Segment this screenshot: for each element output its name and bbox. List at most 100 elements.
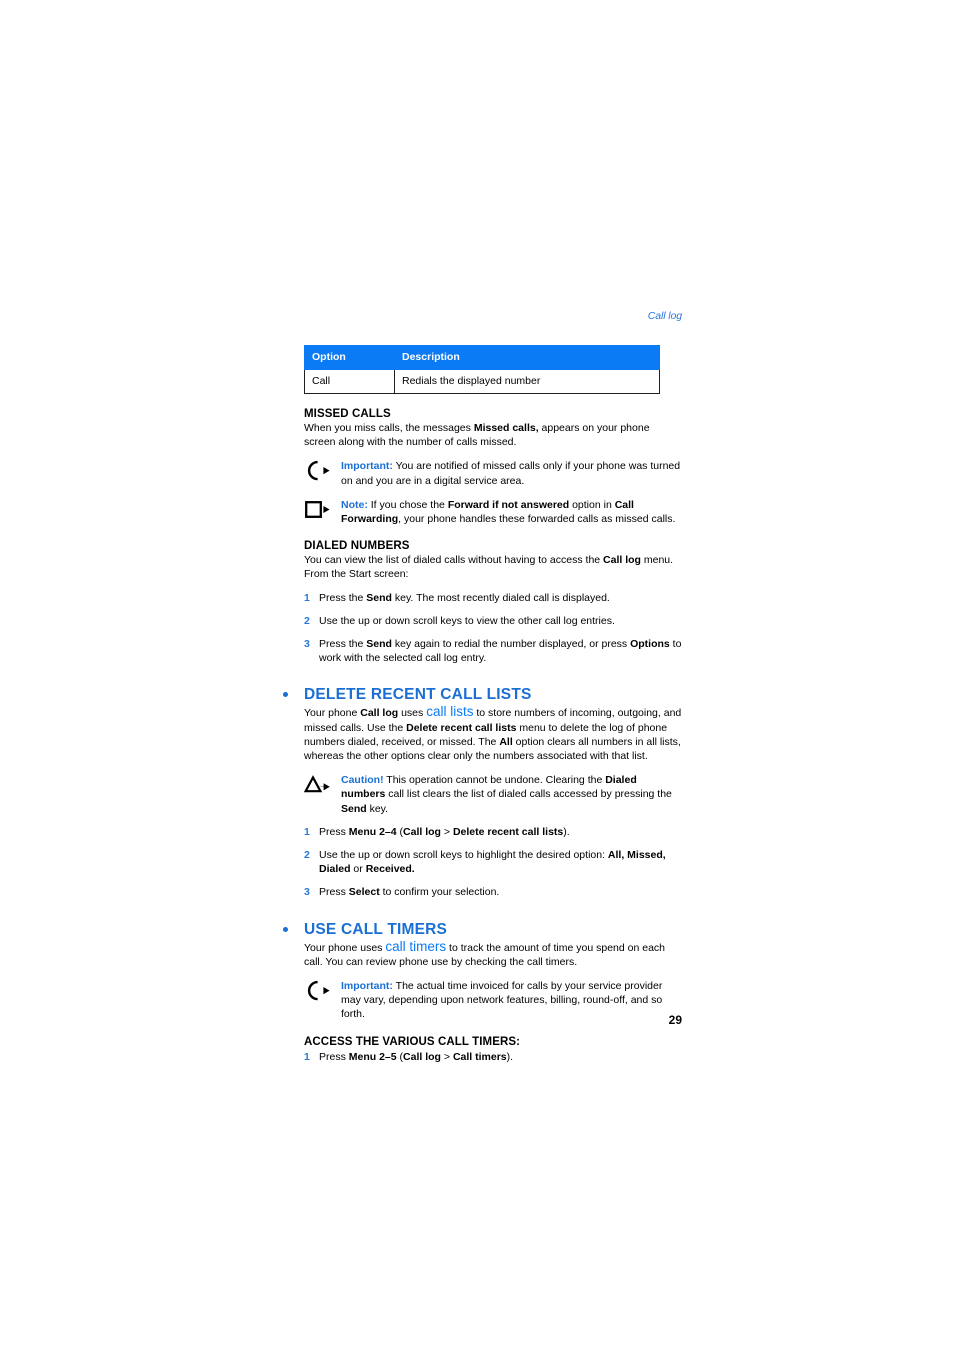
table-cell-description: Redials the displayed number — [394, 369, 660, 394]
page-number: 29 — [668, 1013, 682, 1027]
text-run: Press the — [319, 638, 367, 651]
running-head: Call log — [647, 310, 682, 322]
step-number: 1 — [304, 1050, 310, 1063]
section-bullet-icon — [283, 692, 288, 698]
text-run-bold: Received. — [365, 863, 415, 876]
text-run: key. — [366, 802, 389, 815]
text-run-bold: Call timers — [452, 1050, 507, 1063]
list-item: 3 Press Select to confirm your selection. — [304, 885, 683, 899]
text-run-bold: Call log — [403, 825, 441, 838]
text-run-bold: Menu 2–4 — [348, 825, 397, 838]
important-circle-arrow-icon — [304, 460, 334, 482]
callout-important-timers-text: Important: The actual time invoiced for … — [341, 979, 683, 1022]
text-run-bold: Send — [366, 638, 392, 651]
text-run: or — [350, 863, 366, 876]
text-run-accent: call lists — [426, 704, 474, 720]
text-run-bold: Call log — [360, 707, 399, 720]
delete-recent-call-lists-steps: 1 Press Menu 2–4 (Call log > Delete recen… — [283, 825, 683, 900]
step-number: 3 — [304, 638, 310, 651]
options-table: Option Description Call Redials the disp… — [304, 345, 660, 394]
table-header-description: Description — [394, 345, 660, 370]
text-run: ). — [563, 825, 570, 838]
callout-caution-text: Caution! This operation cannot be undone… — [341, 773, 683, 816]
text-run: Press — [319, 1050, 349, 1063]
table-row: Call Redials the displayed number — [304, 369, 660, 394]
text-run: option in — [569, 498, 615, 511]
callout-important: Important: You are notified of missed ca… — [304, 459, 683, 487]
table-header-option: Option — [304, 345, 395, 370]
text-run: When you miss calls, the messages — [304, 422, 474, 434]
text-run-bold: Missed calls, — [473, 422, 539, 434]
callout-label: Caution! — [341, 774, 384, 787]
text-run: You can view the list of dialed calls wi… — [304, 554, 604, 567]
text-run: Your phone uses — [304, 941, 386, 954]
text-run: Press — [319, 825, 349, 838]
dialed-numbers-intro: You can view the list of dialed calls wi… — [304, 553, 683, 581]
dialed-numbers-steps: 1 Press the Send key. The most recently d… — [283, 591, 683, 666]
text-run-bold: Options — [630, 638, 670, 651]
text-run-bold: Call log — [403, 1050, 441, 1063]
text-run-bold: Delete recent call lists — [406, 721, 517, 734]
page-content: Option Description Call Redials the disp… — [283, 345, 683, 1064]
heading-access-call-timers: ACCESS THE VARIOUS CALL TIMERS: — [304, 1035, 521, 1048]
callout-label: Important: — [341, 460, 393, 473]
caution-triangle-arrow-icon — [303, 774, 334, 796]
use-call-timers-para: Your phone uses call timers to track the… — [304, 938, 683, 969]
step-number: 1 — [304, 591, 310, 604]
list-item: 1 Press the Send key. The most recently d… — [304, 591, 683, 605]
text-run: > — [440, 1050, 453, 1063]
heading-missed-calls: MISSED CALLS — [304, 408, 391, 420]
callout-important-timers: Important: The actual time invoiced for … — [304, 979, 683, 1022]
text-run: Your phone — [304, 707, 361, 720]
step-number: 2 — [304, 849, 310, 862]
document-page: Call log Option Description Call Redials… — [0, 0, 954, 1351]
text-run-bold: Forward if not answered — [447, 498, 570, 511]
use-call-timers-steps: 1 Press Menu 2–5 (Call log > Call timers)… — [283, 1050, 683, 1064]
callout-note-text: Note: If you chose the Forward if not an… — [341, 498, 683, 526]
table-header-row: Option Description — [304, 345, 660, 370]
missed-calls-intro: When you miss calls, the messages Missed… — [304, 421, 683, 449]
text-run: Use the up or down scroll keys to highli… — [319, 849, 608, 862]
text-run: call list clears the list of dialed call… — [385, 788, 672, 801]
text-run: uses — [398, 707, 427, 720]
text-run-bold: Delete recent call lists — [452, 825, 564, 838]
text-run-bold: Select — [348, 886, 380, 899]
text-run: key. The most recently dialed call is di… — [391, 591, 610, 604]
text-run: > — [440, 825, 453, 838]
heading-dialed-numbers: DIALED NUMBERS — [304, 540, 410, 553]
text-run-bold: Send — [366, 591, 392, 604]
text-run: key again to redial the number displayed… — [391, 638, 631, 651]
text-run: Use the up or down scroll keys to view t… — [319, 614, 615, 627]
text-run: Press — [319, 886, 349, 899]
callout-caution: Caution! This operation cannot be undone… — [303, 773, 683, 816]
section-use-call-timers: USE CALL TIMERS Your phone uses call tim… — [283, 920, 683, 1064]
text-run-bold: Call log — [603, 554, 641, 567]
text-run: , your phone handles these forwarded cal… — [398, 513, 676, 526]
step-number: 1 — [304, 825, 310, 838]
important-circle-arrow-icon — [304, 980, 334, 1002]
note-square-arrow-icon — [304, 499, 334, 521]
text-run-accent: call timers — [385, 938, 447, 954]
text-run-bold: All — [499, 735, 513, 748]
list-item: 2 Use the up or down scroll keys to view … — [304, 614, 683, 628]
text-run-bold: Menu 2–5 — [348, 1050, 397, 1063]
callout-label: Important: — [341, 980, 393, 993]
callout-important-text: Important: You are notified of missed ca… — [341, 459, 683, 487]
section-bullet-icon — [283, 926, 288, 932]
heading-delete-recent-call-lists: DELETE RECENT CALL LISTS — [304, 686, 532, 704]
text-run: ). — [506, 1050, 514, 1063]
list-item: 1 Press Menu 2–5 (Call log > Call timers)… — [304, 1050, 683, 1064]
callout-label: Note: — [341, 498, 368, 511]
heading-use-call-timers: USE CALL TIMERS — [304, 920, 448, 938]
text-run: This operation cannot be undone. Clearin… — [383, 774, 606, 787]
step-number: 3 — [304, 886, 310, 899]
text-run: If you chose the — [367, 498, 448, 511]
section-delete-recent-call-lists: DELETE RECENT CALL LISTS Your phone Call… — [283, 685, 683, 899]
callout-note: Note: If you chose the Forward if not an… — [304, 498, 683, 526]
list-item: 2 Use the up or down scroll keys to highl… — [304, 848, 683, 876]
delete-recent-call-lists-para: Your phone Call log uses call lists to s… — [304, 704, 683, 763]
text-run: to confirm your selection. — [379, 886, 500, 899]
text-run: Press the — [319, 591, 367, 604]
step-number: 2 — [304, 614, 310, 627]
list-item: 3 Press the Send key again to redial the … — [304, 637, 683, 665]
